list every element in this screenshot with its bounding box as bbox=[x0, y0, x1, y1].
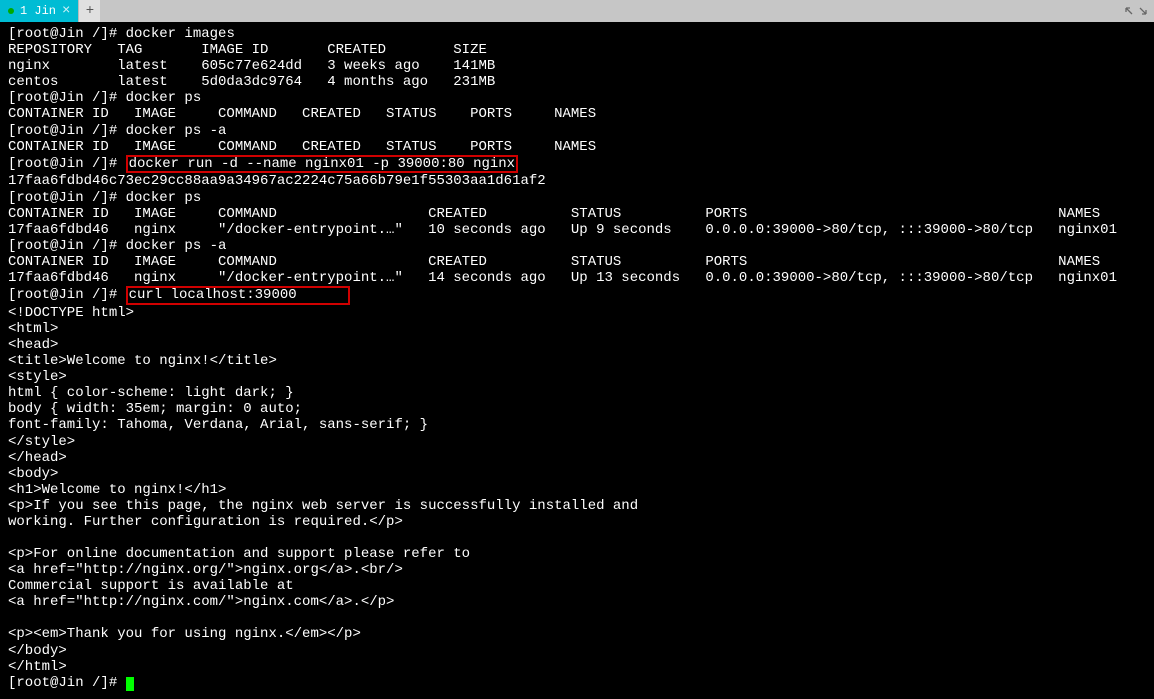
output-line: <h1>Welcome to nginx!</h1> bbox=[8, 482, 1146, 498]
prompt: [root@Jin /]# bbox=[8, 675, 126, 691]
output-line: 17faa6fdbd46 nginx "/docker-entrypoint.…… bbox=[8, 270, 1146, 286]
output-line: nginx latest 605c77e624dd 3 weeks ago 14… bbox=[8, 58, 1146, 74]
prompt: [root@Jin /]# bbox=[8, 238, 126, 254]
close-icon[interactable]: × bbox=[62, 4, 70, 18]
add-tab-button[interactable]: + bbox=[78, 0, 100, 22]
output-line: 17faa6fdbd46 nginx "/docker-entrypoint.…… bbox=[8, 222, 1146, 238]
command-text: docker ps -a bbox=[126, 238, 227, 254]
output-line: CONTAINER ID IMAGE COMMAND CREATED STATU… bbox=[8, 106, 1146, 122]
prompt: [root@Jin /]# bbox=[8, 287, 126, 303]
command-text: docker ps bbox=[126, 90, 202, 106]
output-line: 17faa6fdbd46c73ec29cc88aa9a34967ac2224c7… bbox=[8, 173, 1146, 189]
output-line: <p><em>Thank you for using nginx.</em></… bbox=[8, 626, 1146, 642]
output-line: font-family: Tahoma, Verdana, Arial, san… bbox=[8, 417, 1146, 433]
cursor bbox=[126, 677, 134, 691]
command-text: docker ps -a bbox=[126, 123, 227, 139]
output-line: CONTAINER ID IMAGE COMMAND CREATED STATU… bbox=[8, 206, 1146, 222]
blank-line bbox=[8, 530, 1146, 546]
output-line: <a href="http://nginx.com/">nginx.com</a… bbox=[8, 594, 1146, 610]
output-line: <head> bbox=[8, 337, 1146, 353]
output-line: <p>For online documentation and support … bbox=[8, 546, 1146, 562]
prompt-line: [root@Jin /]# docker ps -a bbox=[8, 123, 1146, 139]
output-line: html { color-scheme: light dark; } bbox=[8, 385, 1146, 401]
output-line: centos latest 5d0da3dc9764 4 months ago … bbox=[8, 74, 1146, 90]
output-line: </body> bbox=[8, 643, 1146, 659]
terminal[interactable]: [root@Jin /]# docker images REPOSITORY T… bbox=[0, 22, 1154, 699]
arrow-down-right-icon bbox=[1136, 4, 1150, 18]
prompt-line: [root@Jin /]# docker ps bbox=[8, 190, 1146, 206]
prompt: [root@Jin /]# bbox=[8, 156, 126, 172]
plus-icon: + bbox=[86, 3, 94, 19]
tab-session-1[interactable]: 1 Jin × bbox=[0, 0, 78, 22]
output-line: REPOSITORY TAG IMAGE ID CREATED SIZE bbox=[8, 42, 1146, 58]
tab-bar: 1 Jin × + bbox=[0, 0, 1154, 22]
output-line: <title>Welcome to nginx!</title> bbox=[8, 353, 1146, 369]
blank-line bbox=[8, 610, 1146, 626]
output-line: body { width: 35em; margin: 0 auto; bbox=[8, 401, 1146, 417]
command-text: curl localhost:39000 bbox=[129, 287, 297, 303]
highlight-box: curl localhost:39000 bbox=[126, 286, 350, 305]
output-line: CONTAINER ID IMAGE COMMAND CREATED STATU… bbox=[8, 254, 1146, 270]
output-line: <!DOCTYPE html> bbox=[8, 305, 1146, 321]
prompt-line-active[interactable]: [root@Jin /]# bbox=[8, 675, 1146, 691]
output-line: </style> bbox=[8, 434, 1146, 450]
highlight-box: docker run -d --name nginx01 -p 39000:80… bbox=[126, 155, 518, 174]
prompt-line: [root@Jin /]# docker run -d --name nginx… bbox=[8, 155, 1146, 174]
arrow-up-left-icon bbox=[1122, 4, 1136, 18]
output-line: CONTAINER ID IMAGE COMMAND CREATED STATU… bbox=[8, 139, 1146, 155]
output-line: <style> bbox=[8, 369, 1146, 385]
prompt-line: [root@Jin /]# docker ps bbox=[8, 90, 1146, 106]
output-line: </head> bbox=[8, 450, 1146, 466]
status-dot-icon bbox=[8, 8, 14, 14]
prompt: [root@Jin /]# bbox=[8, 90, 126, 106]
prompt-line: [root@Jin /]# curl localhost:39000 bbox=[8, 286, 1146, 305]
output-line: <html> bbox=[8, 321, 1146, 337]
prompt: [root@Jin /]# bbox=[8, 123, 126, 139]
output-line: <a href="http://nginx.org/">nginx.org</a… bbox=[8, 562, 1146, 578]
output-line: <body> bbox=[8, 466, 1146, 482]
tab-spacer bbox=[100, 0, 1122, 22]
output-line: </html> bbox=[8, 659, 1146, 675]
output-line: <p>If you see this page, the nginx web s… bbox=[8, 498, 1146, 514]
prompt: [root@Jin /]# bbox=[8, 190, 126, 206]
command-text: docker ps bbox=[126, 190, 202, 206]
window-resize-control[interactable] bbox=[1122, 0, 1154, 22]
prompt: [root@Jin /]# bbox=[8, 26, 126, 42]
output-line: working. Further configuration is requir… bbox=[8, 514, 1146, 530]
prompt-line: [root@Jin /]# docker images bbox=[8, 26, 1146, 42]
tab-label: 1 Jin bbox=[20, 4, 56, 18]
command-text: docker run -d --name nginx01 -p 39000:80… bbox=[129, 156, 515, 172]
output-line: Commercial support is available at bbox=[8, 578, 1146, 594]
command-text: docker images bbox=[126, 26, 235, 42]
prompt-line: [root@Jin /]# docker ps -a bbox=[8, 238, 1146, 254]
